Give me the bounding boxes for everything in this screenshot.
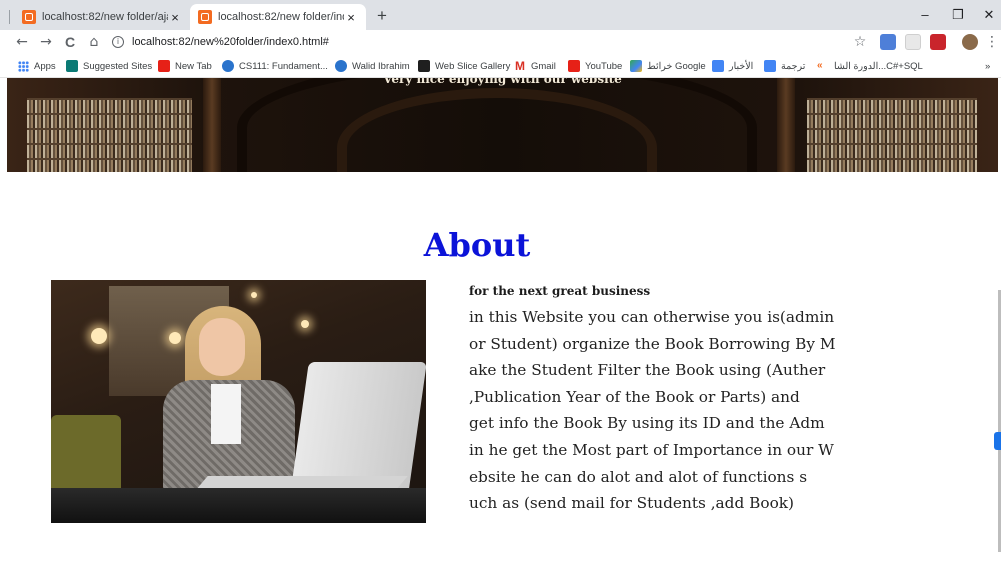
home-button[interactable]: ⌂ [84,32,104,52]
bookmark-suggested-sites[interactable]: Suggested Sites [66,59,152,73]
tab-close-icon[interactable]: × [168,10,182,25]
bookmark-label: YouTube [585,60,623,72]
about-text-line: in he get the Most part of Importance in… [469,440,834,459]
bookmark-apps[interactable]: Apps [18,59,56,73]
bookmark-label: Gmail [531,60,556,72]
about-text-line: ebsite he can do alot and alot of functi… [469,467,808,486]
back-button[interactable]: ← [12,32,32,52]
bookmarks-bar: Apps Suggested Sites New Tab CS111: Fund… [0,54,1001,78]
menu-icon[interactable]: ⋮ [982,32,1001,52]
youtube-icon [568,60,580,72]
photo-table [51,488,426,523]
translate-icon [764,60,776,72]
forward-button[interactable]: → [36,32,56,52]
about-text-line: ake the Student Filter the Book using (A… [469,361,826,380]
tab-title: localhost:82/new folder/ajax.txt [42,11,168,23]
bookmark-label: Walid Ibrahim [352,60,410,72]
bookmark-label: New Tab [175,60,212,72]
restore-button[interactable]: ❐ [947,5,969,25]
bookmark-news[interactable]: الأخبار [712,59,753,73]
tab-title: localhost:82/new folder/index0.h [218,11,344,23]
photo-light [169,332,181,344]
bookshelf-right [807,98,977,172]
reload-button[interactable]: C [60,32,80,52]
hero-banner-image: Very nice enjoying with our website [7,78,998,172]
bookmark-translate[interactable]: ترجمة [764,59,805,73]
bing-icon [66,60,78,72]
photo-person-face [199,318,245,376]
close-window-button[interactable]: ✕ [978,5,1000,25]
bookmark-label: الأخبار [729,60,754,72]
about-text-line: get info the Book By using its ID and th… [469,414,825,433]
about-heading: About [423,226,531,264]
about-text: for the next great business in this Webs… [469,284,849,517]
tab-strip: localhost:82/new folder/ajax.txt × local… [0,0,1001,30]
minimize-button[interactable]: – [914,5,936,25]
about-text-line: in this Website you can otherwise you is… [469,308,835,326]
bookmark-label: CS111: Fundament... [239,60,328,72]
reader-extension-icon[interactable] [905,34,921,50]
bookmark-label: الدورة الشا...C#+SQL [834,60,923,72]
bookmark-cs111[interactable]: CS111: Fundament... [222,59,328,73]
apps-grid-icon [18,60,29,72]
browser-toolbar: ← → C ⌂ i localhost:82/new%20folder/inde… [0,30,1001,54]
bookshelf-left [27,98,192,172]
bookmark-label: ترجمة [781,60,806,72]
gmail-icon: M [515,59,525,73]
coursera-icon [335,60,347,72]
about-text-line: uch as (send mail for Students ,add Book… [469,494,795,513]
pillar [203,78,221,172]
tab-close-icon[interactable]: × [344,10,358,25]
web-slice-icon [418,60,430,72]
coursera-icon [222,60,234,72]
bookmark-web-slice-gallery[interactable]: Web Slice Gallery [418,59,510,73]
bookmark-label: Web Slice Gallery [435,60,511,72]
photo-light [301,320,309,328]
news-icon [712,60,724,72]
course-icon: « [817,60,823,71]
bookmark-new-tab[interactable]: New Tab [158,59,212,73]
web-page: Very nice enjoying with our website Abou… [7,78,998,562]
tab-index0[interactable]: localhost:82/new folder/index0.h × [190,4,366,30]
hero-caption: Very nice enjoying with our website [383,78,622,86]
xampp-favicon-icon [22,10,36,24]
address-bar[interactable]: i localhost:82/new%20folder/index0.html# [112,32,882,52]
about-text-line: ,Publication Year of the Book or Parts) … [469,387,800,406]
maps-icon [630,60,642,72]
bookmark-google-maps[interactable]: خرائط Google [630,59,706,73]
info-icon[interactable]: i [112,36,124,48]
address-text: localhost:82/new%20folder/index0.html# [132,36,329,48]
bookmark-label: Suggested Sites [83,60,153,72]
bookmark-star-icon[interactable]: ☆ [850,32,870,52]
about-subtitle: for the next great business [469,284,651,298]
about-photo [51,280,426,523]
bookmark-gmail[interactable]: M Gmail [514,59,556,73]
shield-extension-icon[interactable] [930,34,946,50]
about-text-line: or Student) organize the Book Borrowing … [469,334,836,353]
tab-divider [9,10,10,24]
bookmark-csharp-sql-course[interactable]: « الدورة الشا...C#+SQL [817,59,923,73]
bookmarks-overflow-button[interactable]: » [985,59,990,73]
new-tab-button[interactable]: + [372,6,392,26]
extension-icon[interactable] [880,34,896,50]
profile-avatar[interactable] [962,34,978,50]
bookmark-walid-ibrahim[interactable]: Walid Ibrahim [335,59,410,73]
photo-light [91,328,107,344]
photo-person-shirt [211,384,241,444]
bookmark-youtube[interactable]: YouTube [568,59,622,73]
pillar [777,78,795,172]
youtube-icon [158,60,170,72]
side-extension-widget[interactable] [994,432,1001,450]
bookmark-label: Apps [34,60,56,72]
tab-ajax-txt[interactable]: localhost:82/new folder/ajax.txt × [14,4,190,30]
bookmark-label: خرائط Google [647,60,706,72]
photo-light [251,292,257,298]
xampp-favicon-icon [198,10,212,24]
